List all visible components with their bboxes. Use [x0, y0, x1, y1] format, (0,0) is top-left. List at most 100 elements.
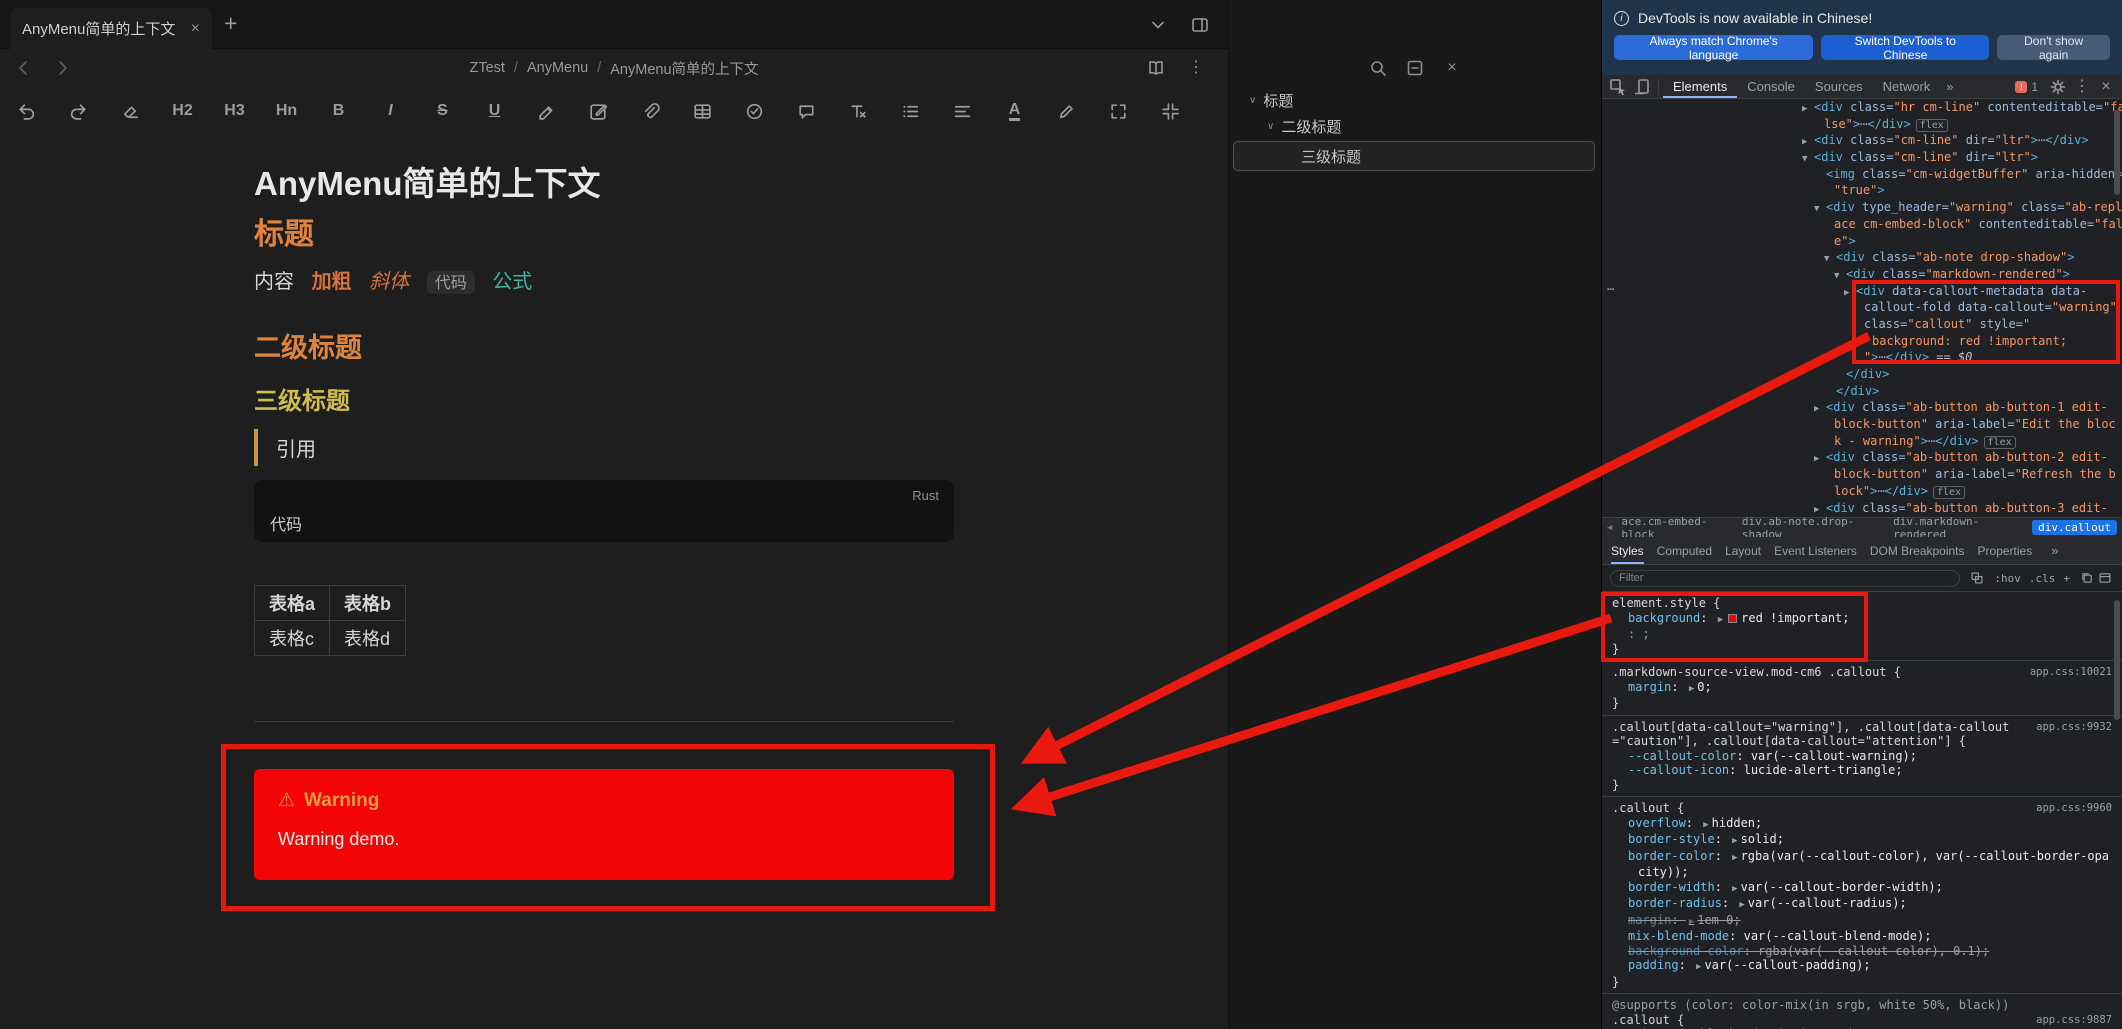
dom-tree-line[interactable]: lock">⋯</div>flex [1602, 483, 2122, 500]
tab-close-icon[interactable]: × [191, 20, 200, 38]
attachment-icon[interactable] [634, 95, 667, 128]
css-source-link[interactable]: app.css:9932 [2036, 720, 2112, 735]
toggle-class-editor[interactable]: .cls [2029, 572, 2056, 585]
dom-tree-line[interactable]: ">⋯</div> == $0 [1602, 349, 2122, 366]
chevron-down-icon[interactable]: ∨ [1249, 95, 1256, 106]
dom-tree-line[interactable]: ▼<div type_header="warning" class="ab-re… [1602, 199, 2122, 216]
dom-tree-line[interactable]: k - warning">⋯</div>flex [1602, 433, 2122, 450]
dom-tree-line[interactable]: ▼<div class="ab-note drop-shadow"> [1602, 249, 2122, 266]
dom-tree-line[interactable]: block-button" aria-label="Edit the bloc [1602, 416, 2122, 433]
highlighter-icon[interactable] [530, 95, 563, 128]
comment-icon[interactable] [790, 95, 823, 128]
dom-tree-line[interactable]: ▶<div class="ab-button ab-button-1 edit- [1602, 399, 2122, 416]
css-declaration[interactable]: --callout-icon: lucide-alert-triangle; [1612, 763, 2112, 778]
table-icon[interactable] [686, 95, 719, 128]
dom-tree-line[interactable]: ▼<div class="cm-line" dir="ltr"> [1602, 149, 2122, 166]
dom-tree-line[interactable]: </div> [1602, 366, 2122, 383]
undo-icon[interactable] [10, 95, 43, 128]
devtools-tab-sources[interactable]: Sources [1805, 75, 1873, 98]
css-rule[interactable]: @supports (color: color-mix(in srgb, whi… [1602, 994, 2122, 1029]
panel-icon[interactable] [2096, 569, 2114, 587]
align-icon[interactable] [946, 95, 979, 128]
devtools-tab-network[interactable]: Network [1873, 75, 1941, 98]
redo-icon[interactable] [62, 95, 95, 128]
css-source-link[interactable]: app.css:9960 [2036, 801, 2112, 816]
css-declaration[interactable]: margin: ▶1em 0; [1612, 913, 2112, 930]
warning-callout[interactable]: ⚠ Warning Warning demo. [254, 769, 954, 880]
css-source-link[interactable]: app.css:10021 [2030, 665, 2112, 680]
dom-tree-line[interactable]: <img class="cm-widgetBuffer" aria-hidden… [1602, 166, 2122, 183]
infobar-button[interactable]: Don't show again [1997, 35, 2110, 60]
clear-format-icon[interactable] [842, 95, 875, 128]
css-declaration[interactable]: border-width: ▶var(--callout-border-widt… [1612, 880, 2112, 897]
dom-tree-line[interactable]: lse">⋯</div>flex [1602, 116, 2122, 133]
styles-tab-computed[interactable]: Computed [1657, 537, 1712, 564]
color-swatch[interactable] [1728, 614, 1737, 623]
dom-tree-line[interactable]: block-button" aria-label="Refresh the b [1602, 466, 2122, 483]
dom-tree-line[interactable]: ▼<div class="markdown-rendered"> [1602, 266, 2122, 283]
css-declaration[interactable]: border-color: ▶rgba(var(--callout-color)… [1612, 849, 2112, 880]
dom-tree-line[interactable]: ▶<div class="cm-line" dir="ltr">⋯</div> [1602, 132, 2122, 149]
css-declaration[interactable]: mix-blend-mode: var(--callout-blend-mode… [1612, 929, 2112, 944]
styles-tab-event-listeners[interactable]: Event Listeners [1774, 537, 1857, 564]
dom-tree-line[interactable]: background: red !important; [1602, 333, 2122, 350]
device-toolbar-icon[interactable] [1630, 75, 1654, 99]
chevron-down-icon[interactable]: ∨ [1267, 121, 1274, 132]
breadcrumb-part[interactable]: AnyMenu [527, 60, 588, 76]
css-declaration[interactable]: --callout-color: var(--callout-warning); [1612, 749, 2112, 764]
cascade-icon[interactable] [1968, 569, 1986, 587]
chevron-down-icon[interactable] [1146, 13, 1170, 37]
inspect-icon[interactable] [1606, 75, 1630, 99]
styles-filter-input[interactable] [1610, 570, 1960, 587]
dom-tree-line[interactable]: class="callout" style=" [1602, 316, 2122, 333]
dom-tree-line[interactable]: </div> [1602, 383, 2122, 400]
styles-scrollbar[interactable] [2114, 600, 2120, 720]
more-style-tabs-icon[interactable]: » [2045, 543, 2064, 558]
more-actions-icon[interactable]: ⋯ [1607, 282, 1614, 296]
book-icon[interactable] [1144, 56, 1168, 80]
fullscreen-icon[interactable] [1102, 95, 1135, 128]
more-tabs-icon[interactable]: » [1940, 79, 1959, 94]
css-declaration[interactable]: margin: ▶0; [1612, 680, 2112, 697]
new-tab-button[interactable]: + [224, 10, 237, 37]
devtools-tab-console[interactable]: Console [1737, 75, 1805, 98]
collapse-icon[interactable] [1154, 95, 1187, 128]
edit-block-icon[interactable] [582, 95, 615, 128]
hn-icon[interactable]: Hn [270, 95, 303, 128]
infobar-button[interactable]: Always match Chrome's language [1614, 35, 1813, 60]
dom-tree-line[interactable]: ▶<div class="hr cm-line" contenteditable… [1602, 99, 2122, 116]
close-icon[interactable]: × [1440, 56, 1464, 80]
element-breadcrumb-item[interactable]: div.callout [2032, 520, 2117, 535]
new-style-rule-button[interactable]: + [2063, 572, 2070, 585]
dom-tree-line[interactable]: callout-fold data-callout="warning" [1602, 299, 2122, 316]
css-source-link[interactable]: app.css:9887 [2036, 1013, 2112, 1028]
dom-tree-line[interactable]: ace cm-embed-block" contenteditable="fal… [1602, 216, 2122, 233]
dom-tree-line[interactable]: ▶<div class="ab-button ab-button-2 edit- [1602, 449, 2122, 466]
italic-icon[interactable]: I [374, 95, 407, 128]
outline-item[interactable]: ∨二级标题 [1229, 113, 1601, 139]
dom-tree-line[interactable]: ▶<div data-callout-metadata data- [1602, 283, 2122, 300]
css-declaration[interactable]: border-radius: ▶var(--callout-radius); [1612, 896, 2112, 913]
search-icon[interactable] [1366, 56, 1390, 80]
css-declaration[interactable]: border-style: ▶solid; [1612, 832, 2112, 849]
h3-icon[interactable]: H3 [218, 95, 251, 128]
underline-icon[interactable]: U [478, 95, 511, 128]
outline-item[interactable]: 三级标题 [1233, 141, 1595, 171]
css-rule[interactable]: app.css:9932.callout[data-callout="warni… [1602, 716, 2122, 798]
styles-tab-properties[interactable]: Properties [1978, 537, 2033, 564]
bold-icon[interactable]: B [322, 95, 355, 128]
layout-sidebar-icon[interactable] [1188, 13, 1212, 37]
devtools-tab-elements[interactable]: Elements [1663, 75, 1737, 98]
pen-icon[interactable] [1050, 95, 1083, 128]
toggle-hover-state[interactable]: :hov [1994, 572, 2021, 585]
editor-tab[interactable]: AnyMenu简单的上下文 × [10, 8, 212, 49]
h2-icon[interactable]: H2 [166, 95, 199, 128]
font-color-icon[interactable]: A [998, 95, 1031, 128]
close-icon[interactable]: × [2094, 75, 2118, 99]
css-declaration[interactable]: : ; [1612, 627, 2112, 642]
code-block[interactable]: Rust 代码 [254, 480, 954, 542]
more-vertical-icon[interactable]: ⋮ [2070, 75, 2094, 99]
css-rule[interactable]: element.style {background: ▶red !importa… [1602, 592, 2122, 661]
outline-item[interactable]: ∨标题 [1229, 87, 1601, 113]
editor-pane[interactable]: AnyMenu简单的上下文 标题 内容 加粗 斜体 代码 公式 二级标题 三级标… [0, 135, 1228, 1029]
